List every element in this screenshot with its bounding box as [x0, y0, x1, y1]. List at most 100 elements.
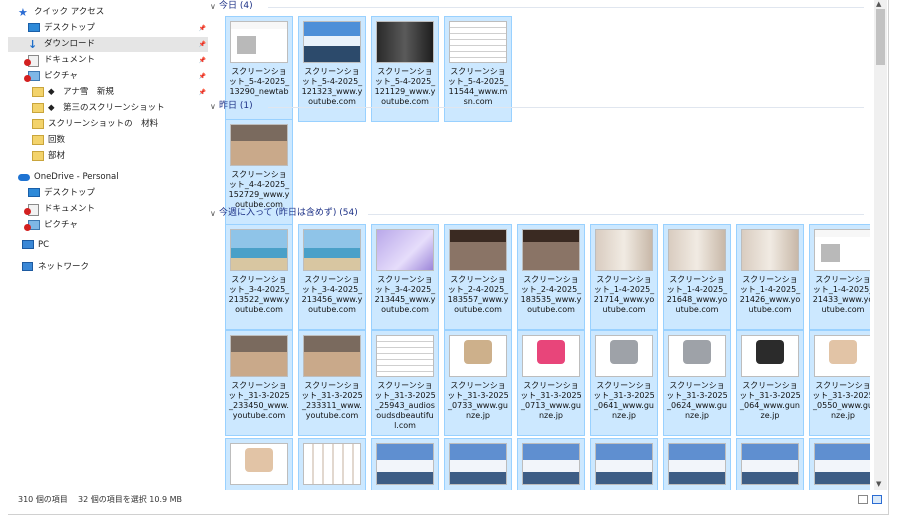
sidebar-item-label: ドキュメント — [44, 55, 96, 65]
sidebar-item-label: デスクトップ — [44, 23, 96, 33]
sidebar-item-7[interactable]: スクリーンショットの 材料 — [8, 117, 208, 132]
file-tile[interactable]: スクリーンショット_31-3-2025_0550_www.gunze.jp — [809, 330, 870, 436]
chevron-down-icon[interactable]: ∨ — [210, 0, 219, 13]
sidebar-item-2[interactable]: ↓ ダウンロード 📌 — [8, 37, 208, 52]
group-divider — [268, 107, 864, 108]
sidebar-item-label: ダウンロード — [44, 39, 96, 49]
file-name: スクリーンショット_5-4-2025_121323_www.youtube.co… — [301, 67, 363, 106]
sidebar-item-4[interactable]: ピクチャ 📌 — [8, 69, 208, 84]
folder-icon — [32, 135, 44, 146]
pin-icon[interactable]: 📌 — [199, 37, 206, 52]
onedrive-icon — [18, 172, 30, 183]
sidebar-item-3[interactable]: ドキュメント 📌 — [8, 53, 208, 68]
file-tile[interactable] — [298, 438, 366, 490]
file-tile[interactable]: スクリーンショット_3-4-2025_213445_www.youtube.co… — [371, 224, 439, 330]
pin-icon[interactable]: 📌 — [199, 69, 206, 84]
chevron-down-icon[interactable]: ∨ — [210, 100, 219, 113]
file-tile[interactable]: スクリーンショット_31-3-2025_0624_www.gunze.jp — [663, 330, 731, 436]
scroll-down-icon[interactable]: ▼ — [876, 480, 881, 488]
file-name: スクリーンショット_1-4-2025_21426_www.youtube.com — [739, 275, 801, 314]
file-tile[interactable]: スクリーンショット_3-4-2025_213456_www.youtube.co… — [298, 224, 366, 330]
sidebar-item-10[interactable]: OneDrive - Personal — [8, 170, 208, 185]
group-header[interactable]: ∨ 今週に入って (昨日は含めず) (54) — [210, 207, 358, 220]
folder-icon — [32, 119, 44, 130]
file-thumbnail-image — [303, 229, 361, 271]
file-tile[interactable]: スクリーンショット_31-3-2025_064_www.gunze.jp — [736, 330, 804, 436]
sidebar-item-0[interactable]: ★ クイック アクセス — [8, 5, 208, 20]
file-name: スクリーンショット_3-4-2025_213522_www.youtube.co… — [228, 275, 290, 314]
sidebar-item-1[interactable]: デスクトップ 📌 — [8, 21, 208, 36]
sidebar-item-label: スクリーンショットの 材料 — [48, 119, 159, 129]
file-thumbnail-image — [449, 443, 507, 485]
file-tile[interactable]: スクリーンショット_1-4-2025_21433_www.youtube.com — [809, 224, 870, 330]
file-thumbnail-image — [522, 443, 580, 485]
documents-icon — [24, 55, 40, 67]
large-icons-view-button[interactable] — [872, 495, 882, 504]
file-tile[interactable]: スクリーンショット_1-4-2025_21648_www.youtube.com — [663, 224, 731, 330]
group-divider — [268, 7, 864, 8]
file-tile[interactable] — [663, 438, 731, 490]
file-thumbnail-image — [814, 335, 870, 377]
file-name: スクリーンショット_31-3-2025_064_www.gunze.jp — [739, 381, 801, 420]
file-tile[interactable]: スクリーンショット_1-4-2025_21714_www.youtube.com — [590, 224, 658, 330]
sidebar-item-12[interactable]: ドキュメント — [8, 202, 208, 217]
file-name: スクリーンショット_1-4-2025_21714_www.youtube.com — [593, 275, 655, 314]
file-name: スクリーンショット_3-4-2025_213445_www.youtube.co… — [374, 275, 436, 314]
group-header[interactable]: ∨ 昨日 (1) — [210, 100, 253, 113]
sidebar-item-13[interactable]: ピクチャ — [8, 218, 208, 233]
sidebar-item-label: PC — [38, 240, 50, 250]
file-explorer-window: ★ クイック アクセス デスクトップ 📌 ↓ ダウンロード 📌 ドキュメント 📌 ピクチャ 📌 ◆ ア… — [8, 0, 889, 515]
selection-info: 32 個の項目を選択 10.9 MB — [78, 495, 183, 504]
sidebar-item-11[interactable]: デスクトップ — [8, 186, 208, 201]
file-tile[interactable] — [444, 438, 512, 490]
file-tile[interactable]: スクリーンショット_31-3-2025_0733_www.gunze.jp — [444, 330, 512, 436]
sidebar-item-9[interactable]: 部材 — [8, 149, 208, 164]
file-tile[interactable]: スクリーンショット_31-3-2025_233450_www.youtube.c… — [225, 330, 293, 436]
details-view-button[interactable] — [858, 495, 868, 504]
file-tile[interactable] — [809, 438, 870, 490]
sync-error-badge — [24, 75, 31, 82]
file-tile[interactable]: スクリーンショット_3-4-2025_213522_www.youtube.co… — [225, 224, 293, 330]
file-thumbnail-image — [376, 335, 434, 377]
file-thumbnail-image — [522, 335, 580, 377]
sidebar-item-label: デスクトップ — [44, 188, 96, 198]
file-tile[interactable] — [371, 438, 439, 490]
vertical-scrollbar[interactable]: ▲ ▼ — [874, 0, 887, 490]
sidebar-item-label: ネットワーク — [38, 262, 90, 272]
sidebar-item-8[interactable]: 回数 — [8, 133, 208, 148]
sidebar-item-15[interactable]: ネットワーク — [8, 260, 208, 275]
sync-error-badge — [24, 208, 31, 215]
file-thumbnail-image — [303, 335, 361, 377]
file-tile[interactable]: スクリーンショット_31-3-2025_0713_www.gunze.jp — [517, 330, 585, 436]
pin-icon[interactable]: 📌 — [199, 53, 206, 68]
file-tile[interactable] — [225, 438, 293, 490]
file-thumbnail-image — [668, 443, 726, 485]
file-tile[interactable]: スクリーンショット_31-3-2025_25943_audiosoudsdbea… — [371, 330, 439, 436]
file-thumbnail-image — [449, 335, 507, 377]
file-tile[interactable] — [517, 438, 585, 490]
file-tile[interactable]: スクリーンショット_31-3-2025_0641_www.gunze.jp — [590, 330, 658, 436]
pin-icon[interactable]: 📌 — [199, 21, 206, 36]
file-thumbnail-image — [376, 229, 434, 271]
folder-icon — [32, 87, 44, 98]
file-tile[interactable]: スクリーンショット_2-4-2025_183557_www.youtube.co… — [444, 224, 512, 330]
file-thumbnail-image — [595, 443, 653, 485]
group-title: 昨日 (1) — [219, 101, 253, 111]
sidebar-item-6[interactable]: ◆ 第三のスクリーンショット — [8, 101, 208, 116]
file-tile[interactable] — [736, 438, 804, 490]
group-title: 今日 (4) — [219, 1, 253, 11]
sidebar-item-14[interactable]: PC — [8, 238, 208, 253]
chevron-down-icon[interactable]: ∨ — [210, 207, 219, 220]
file-thumbnail-image — [814, 229, 870, 271]
file-thumbnail-image — [376, 443, 434, 485]
file-tile[interactable]: スクリーンショット_2-4-2025_183535_www.youtube.co… — [517, 224, 585, 330]
pin-icon[interactable]: 📌 — [199, 85, 206, 100]
group-header[interactable]: ∨ 今日 (4) — [210, 0, 253, 13]
file-tile[interactable]: スクリーンショット_31-3-2025_233311_www.youtube.c… — [298, 330, 366, 436]
file-tile[interactable]: スクリーンショット_1-4-2025_21426_www.youtube.com — [736, 224, 804, 330]
file-thumbnail-image — [668, 229, 726, 271]
sidebar-item-5[interactable]: ◆ アナ雪 新規 📌 — [8, 85, 208, 100]
file-tile[interactable] — [590, 438, 658, 490]
scrollbar-thumb[interactable] — [876, 9, 885, 65]
scroll-up-icon[interactable]: ▲ — [876, 0, 881, 8]
